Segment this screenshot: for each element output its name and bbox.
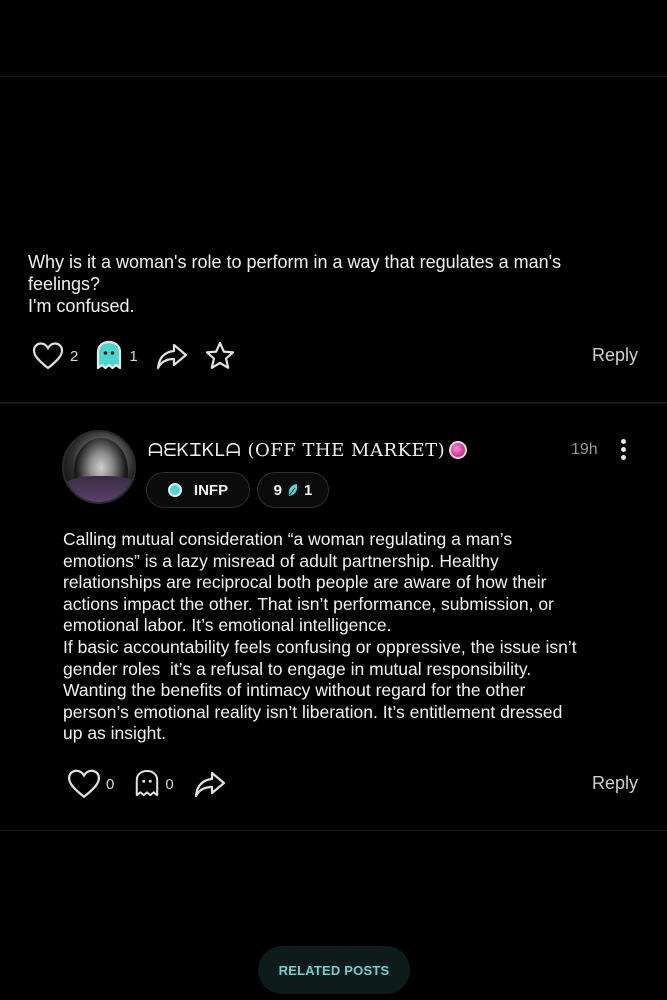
level-chip[interactable]: 9 1 — [257, 472, 329, 508]
comment-line: up as insight. — [63, 723, 167, 744]
personality-label: INFP — [193, 481, 229, 499]
username-text: ᗩᗴᏦᏆᏦᏞᗩ (OFF THE MARKET) — [148, 440, 446, 461]
comment-line: If basic accountability feels confusing … — [63, 636, 577, 657]
share-icon — [194, 769, 226, 799]
ghost-icon — [95, 340, 123, 372]
comment-like-button[interactable]: 0 — [67, 768, 114, 800]
comment-ghost-button[interactable]: 0 — [134, 768, 174, 800]
comment-ghost-count: 0 — [165, 775, 174, 793]
post-actions: 2 1 — [32, 340, 236, 372]
leaf-icon — [287, 483, 299, 497]
top-divider — [0, 76, 667, 77]
gem-icon — [449, 441, 468, 459]
comment-line: Calling mutual consideration “a woman re… — [63, 529, 513, 549]
post-line: Why is it a woman's role to perform in a… — [28, 252, 562, 272]
level-number: 9 — [273, 481, 282, 499]
post-body: Why is it a woman's role to perform in a… — [28, 251, 628, 317]
star-icon — [204, 340, 236, 372]
post-save-button[interactable] — [204, 340, 236, 372]
personality-dot-icon — [167, 483, 182, 497]
more-icon[interactable] — [614, 439, 632, 461]
post-line: feelings? — [28, 274, 101, 294]
post-line: I'm confused. — [28, 296, 135, 316]
ghost-icon — [134, 768, 160, 800]
comment-like-count: 0 — [106, 775, 115, 793]
comment-line: gender roles it’s a refusal to engage in… — [63, 658, 532, 679]
share-icon — [156, 341, 188, 371]
heart-icon — [32, 341, 64, 371]
post-ghost-button[interactable]: 1 — [95, 340, 138, 372]
related-posts-button[interactable]: RELATED POSTS — [258, 946, 410, 994]
comment-line: actions impact the other. That isn’t per… — [63, 593, 554, 614]
heart-icon — [67, 768, 101, 800]
post-share-button[interactable] — [156, 341, 188, 371]
personality-chip[interactable]: INFP — [146, 472, 250, 508]
comment-line: person’s emotional reality isn’t liberat… — [63, 701, 563, 722]
avatar[interactable] — [62, 430, 136, 504]
comment-time: 19h — [571, 441, 598, 458]
comment-line: relationships are reciprocal both people… — [63, 572, 547, 593]
comment-actions: 0 0 — [67, 768, 226, 800]
comment-line: emotional labor. It’s emotional intellig… — [63, 615, 392, 636]
post-like-count: 2 — [70, 347, 79, 365]
post-ghost-count: 1 — [129, 347, 138, 365]
comment-body: Calling mutual consideration “a woman re… — [63, 529, 653, 745]
comment-reply-button[interactable]: Reply — [592, 773, 638, 794]
comment-separator — [0, 830, 667, 831]
post-reply-button[interactable]: Reply — [592, 345, 638, 366]
post-separator — [0, 402, 667, 404]
level-badge-count: 1 — [304, 481, 313, 499]
comment-username[interactable]: ᗩᗴᏦᏆᏦᏞᗩ (OFF THE MARKET) — [148, 440, 468, 461]
post-like-button[interactable]: 2 — [32, 341, 78, 371]
comment-share-button[interactable] — [194, 769, 226, 799]
comment-line: Wanting the benefits of intimacy without… — [63, 680, 526, 701]
comment-line: emotions” is a lazy misread of adult par… — [63, 550, 499, 571]
